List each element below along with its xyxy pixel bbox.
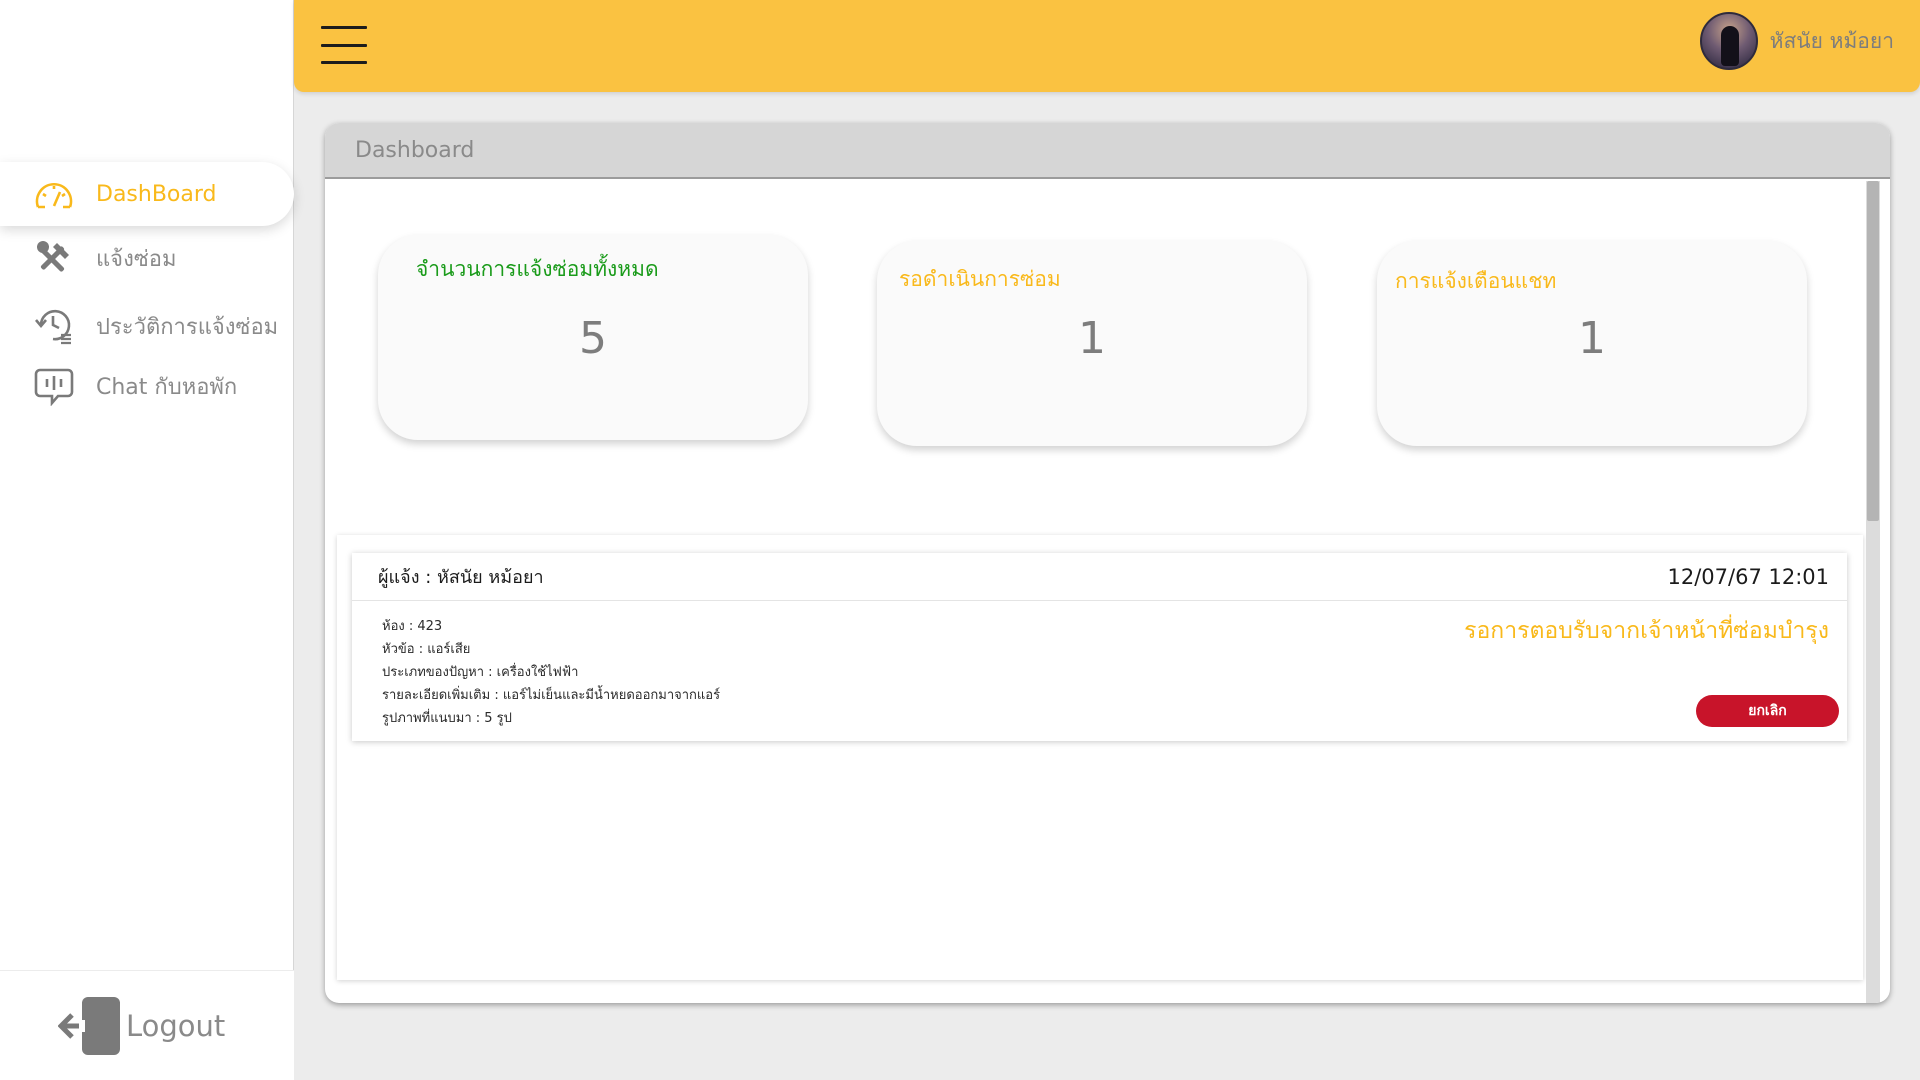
scrollbar[interactable]: [1866, 181, 1880, 1003]
logout-icon: [57, 996, 122, 1056]
reporter-name: ผู้แจ้ง : หัสนัย หม้อยา: [378, 567, 544, 588]
report-header: ผู้แจ้ง : หัสนัย หม้อยา 12/07/67 12:01: [352, 553, 1847, 601]
logout-button[interactable]: Logout: [57, 996, 226, 1056]
hamburger-line: [321, 61, 367, 64]
stat-card-chat-notifications[interactable]: การแจ้งเตือนแชท 1: [1377, 241, 1807, 446]
stat-value: 1: [1078, 313, 1106, 364]
sidebar-item-label: DashBoard: [96, 181, 217, 207]
tools-icon: [32, 236, 76, 280]
hamburger-line: [321, 26, 367, 29]
sidebar-item-dashboard[interactable]: DashBoard: [0, 162, 294, 226]
sidebar-item-label: Chat กับหอพัก: [96, 374, 238, 400]
scrollbar-thumb[interactable]: [1867, 181, 1879, 521]
stat-title: จำนวนการแจ้งซ่อมทั้งหมด: [416, 257, 659, 281]
sidebar-nav: DashBoard แจ้งซ่อม ประวัติการแจ้งซ่อม Ch…: [0, 162, 294, 418]
sidebar-item-history[interactable]: ประวัติการแจ้งซ่อม: [0, 294, 294, 358]
hamburger-line: [321, 43, 367, 47]
speedometer-icon: [32, 172, 76, 216]
report-body: ห้อง : 423 หัวข้อ : แอร์เสีย ประเภทของปั…: [352, 601, 1847, 730]
logout-label: Logout: [126, 1008, 226, 1043]
report-datetime: 12/07/67 12:01: [1667, 564, 1829, 589]
stat-value: 1: [1578, 313, 1606, 364]
sidebar: DashBoard แจ้งซ่อม ประวัติการแจ้งซ่อม Ch…: [0, 0, 294, 1080]
panel-header: Dashboard: [325, 123, 1890, 179]
status-badge: รอการตอบรับจากเจ้าหน้าที่ซ่อมบำรุง: [1464, 618, 1829, 644]
detail-problem-type: ประเภทของปัญหา : เครื่องใช้ไฟฟ้า: [382, 665, 579, 680]
cancel-button[interactable]: ยกเลิก: [1696, 695, 1839, 727]
repair-list: ผู้แจ้ง : หัสนัย หม้อยา 12/07/67 12:01 ห…: [337, 535, 1863, 980]
stat-title: รอดำเนินการซ่อม: [899, 267, 1061, 291]
menu-toggle-button[interactable]: [321, 26, 367, 64]
stat-card-pending-repairs[interactable]: รอดำเนินการซ่อม 1: [877, 241, 1307, 446]
stat-value: 5: [579, 313, 607, 364]
detail-attachments: รูปภาพที่แนบมา : 5 รูป: [382, 711, 512, 726]
repair-report-card[interactable]: ผู้แจ้ง : หัสนัย หม้อยา 12/07/67 12:01 ห…: [352, 553, 1847, 741]
sidebar-item-label: ประวัติการแจ้งซ่อม: [96, 314, 279, 340]
top-bar: หัสนัย หม้อยา: [294, 0, 1920, 92]
sidebar-item-chat[interactable]: Chat กับหอพัก: [0, 354, 294, 418]
sidebar-item-repair[interactable]: แจ้งซ่อม: [0, 226, 294, 290]
sidebar-item-label: แจ้งซ่อม: [96, 246, 177, 272]
user-profile[interactable]: หัสนัย หม้อยา: [1699, 12, 1894, 70]
avatar[interactable]: [1699, 12, 1758, 70]
history-icon: [32, 304, 76, 348]
stat-card-total-repairs[interactable]: จำนวนการแจ้งซ่อมทั้งหมด 5: [378, 235, 808, 440]
chat-icon: [32, 364, 76, 408]
stat-title: การแจ้งเตือนแชท: [1395, 269, 1557, 293]
user-name: หัสนัย หม้อยา: [1769, 28, 1894, 53]
detail-description: รายละเอียดเพิ่มเติม : แอร์ไม่เย็นและมีน้…: [382, 688, 721, 703]
panel-title: Dashboard: [355, 137, 475, 163]
logout-area: Logout: [0, 970, 294, 1080]
dashboard-panel: Dashboard จำนวนการแจ้งซ่อมทั้งหมด 5 รอดำ…: [325, 123, 1890, 1003]
